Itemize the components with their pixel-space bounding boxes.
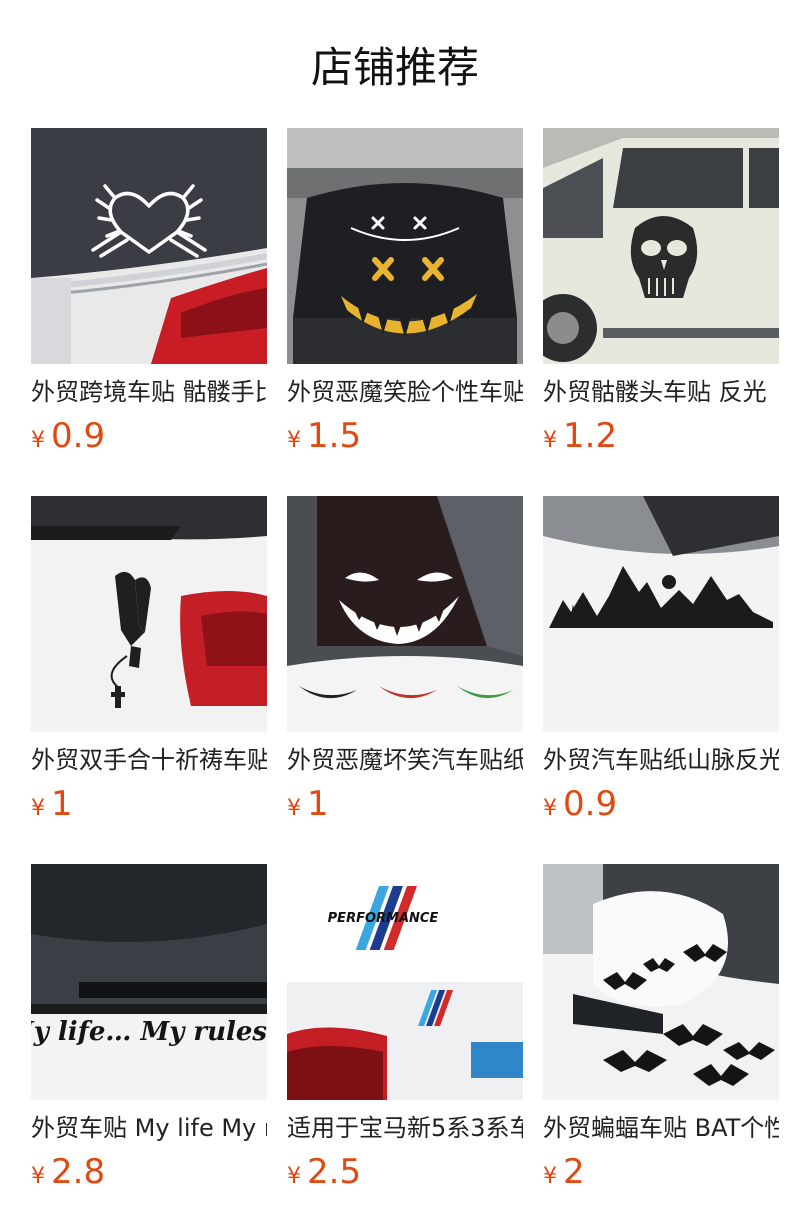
price-value: 1 bbox=[51, 784, 73, 824]
product-image-skull[interactable] bbox=[543, 128, 779, 364]
mountain-range-image bbox=[543, 496, 779, 732]
currency-symbol: ¥ bbox=[31, 796, 45, 821]
sticker-text: PERFORMANCE bbox=[328, 911, 439, 926]
my-life-my-rules-image: My life… My rules… bbox=[31, 864, 267, 1100]
currency-symbol: ¥ bbox=[31, 1164, 45, 1189]
price-value: 2.8 bbox=[51, 1152, 106, 1192]
product-name[interactable]: 外贸恶魔坏笑汽车贴纸 bbox=[287, 742, 523, 778]
product-price: ¥0.9 bbox=[31, 414, 105, 458]
product-image-evil-grin[interactable] bbox=[287, 496, 523, 732]
skeleton-heart-hands-image bbox=[31, 128, 267, 364]
price-value: 1.2 bbox=[563, 416, 618, 456]
product-name[interactable]: 外贸恶魔笑脸个性车贴 bbox=[287, 374, 523, 410]
product-name[interactable]: 适用于宝马新5系3系车贴 bbox=[287, 1110, 523, 1146]
currency-symbol: ¥ bbox=[543, 796, 557, 821]
skull-door-image bbox=[543, 128, 779, 364]
product-card[interactable]: 外贸汽车贴纸山脉反光 ¥0.9 bbox=[543, 496, 779, 826]
product-card[interactable]: PERFORMANCE 适用于宝马新5系3系车贴 ¥2.5 bbox=[287, 864, 523, 1194]
product-name[interactable]: 外贸骷髅头车贴 反光 bbox=[543, 374, 779, 410]
currency-symbol: ¥ bbox=[31, 428, 45, 453]
price-value: 1 bbox=[307, 784, 329, 824]
product-image-devil-smile[interactable] bbox=[287, 128, 523, 364]
product-card[interactable]: 外贸跨境车贴 骷髅手比心车贴 ¥0.9 bbox=[31, 128, 267, 458]
product-name[interactable]: 外贸双手合十祈祷车贴 bbox=[31, 742, 267, 778]
product-card[interactable]: 外贸恶魔坏笑汽车贴纸 ¥1 bbox=[287, 496, 523, 826]
product-image-praying-hands[interactable] bbox=[31, 496, 267, 732]
product-card[interactable]: 外贸恶魔笑脸个性车贴 ¥1.5 bbox=[287, 128, 523, 458]
devil-smile-image bbox=[287, 128, 523, 364]
product-image-mountain-range[interactable] bbox=[543, 496, 779, 732]
product-card[interactable]: 外贸骷髅头车贴 反光 ¥1.2 bbox=[543, 128, 779, 458]
product-image-bat[interactable] bbox=[543, 864, 779, 1100]
product-image-performance-stripes[interactable]: PERFORMANCE bbox=[287, 864, 523, 1100]
currency-symbol: ¥ bbox=[543, 428, 557, 453]
price-value: 1.5 bbox=[307, 416, 362, 456]
performance-stripe-image: PERFORMANCE bbox=[287, 864, 523, 1100]
product-card[interactable]: 外贸双手合十祈祷车贴 ¥1 bbox=[31, 496, 267, 826]
page-title: 店铺推荐 bbox=[310, 43, 479, 92]
product-price: ¥2.8 bbox=[31, 1150, 105, 1194]
product-name[interactable]: 外贸车贴 My life My rules bbox=[31, 1110, 267, 1146]
bat-mirror-image bbox=[543, 864, 779, 1100]
product-price: ¥2 bbox=[543, 1150, 585, 1194]
price-value: 2 bbox=[563, 1152, 585, 1192]
product-price: ¥0.9 bbox=[543, 782, 617, 826]
praying-hands-image bbox=[31, 496, 267, 732]
price-value: 0.9 bbox=[51, 416, 106, 456]
product-card[interactable]: 外贸蝙蝠车贴 BAT个性 ¥2 bbox=[543, 864, 779, 1194]
product-image-my-life-my-rules[interactable]: My life… My rules… bbox=[31, 864, 267, 1100]
product-name[interactable]: 外贸跨境车贴 骷髅手比心车贴 bbox=[31, 374, 267, 410]
product-price: ¥2.5 bbox=[287, 1150, 361, 1194]
currency-symbol: ¥ bbox=[543, 1164, 557, 1189]
sticker-text: My life… My rules… bbox=[31, 1017, 267, 1047]
product-image-skeleton-heart-hands[interactable] bbox=[31, 128, 267, 364]
price-value: 2.5 bbox=[307, 1152, 362, 1192]
currency-symbol: ¥ bbox=[287, 1164, 301, 1189]
product-price: ¥1 bbox=[287, 782, 329, 826]
product-price: ¥1 bbox=[31, 782, 73, 826]
evil-grin-image bbox=[287, 496, 523, 732]
product-name[interactable]: 外贸汽车贴纸山脉反光 bbox=[543, 742, 779, 778]
product-name[interactable]: 外贸蝙蝠车贴 BAT个性 bbox=[543, 1110, 779, 1146]
product-card[interactable]: My life… My rules… 外贸车贴 My life My rules… bbox=[31, 864, 267, 1194]
product-price: ¥1.2 bbox=[543, 414, 617, 458]
currency-symbol: ¥ bbox=[287, 428, 301, 453]
price-value: 0.9 bbox=[563, 784, 618, 824]
currency-symbol: ¥ bbox=[287, 796, 301, 821]
product-price: ¥1.5 bbox=[287, 414, 361, 458]
